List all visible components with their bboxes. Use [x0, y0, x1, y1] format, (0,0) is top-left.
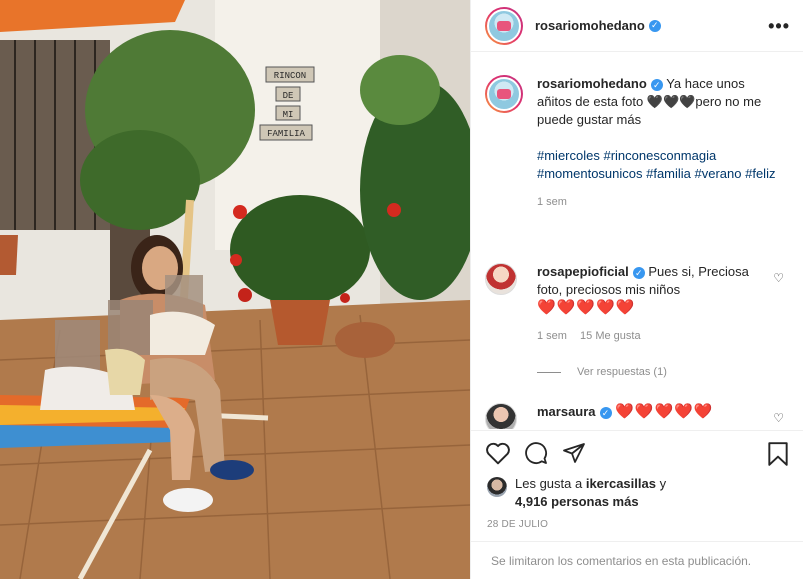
share-icon[interactable]	[561, 441, 587, 465]
comment-avatar[interactable]	[485, 263, 517, 295]
liker-avatar[interactable]	[487, 477, 507, 497]
comment-username[interactable]: rosapepioficial	[537, 264, 629, 279]
comment-time: 1 sem	[537, 330, 567, 342]
author-avatar[interactable]	[485, 6, 523, 45]
comment-icon[interactable]	[523, 441, 549, 465]
bookmark-icon[interactable]	[766, 441, 790, 467]
caption-avatar[interactable]	[485, 75, 523, 113]
liker-username[interactable]: ikercasillas	[586, 476, 656, 491]
caption-hashtags[interactable]: #miercoles #rinconesconmagia #momentosun…	[537, 147, 777, 183]
likes-count[interactable]: 4,916 personas más	[515, 494, 639, 509]
comment-hearts: ❤️❤️❤️❤️❤️	[537, 299, 636, 316]
comment-avatar[interactable]	[485, 403, 517, 429]
caption-time: 1 sem	[537, 196, 567, 208]
comment-hearts: ❤️❤️❤️❤️❤️	[615, 403, 714, 420]
likes-prefix: Les gusta a	[515, 476, 583, 491]
verified-icon: ✓	[599, 406, 612, 419]
verified-icon: ✓	[632, 266, 645, 279]
verified-icon: ✓	[650, 78, 663, 91]
post-side-panel: rosariomohedano ✓ ••• rosariomohedano ✓ Y…	[470, 0, 803, 579]
view-replies-label: Ver respuestas (1)	[577, 366, 667, 378]
sign-line-2: DE	[283, 91, 294, 101]
comment-like-heart-icon[interactable]: ♡	[773, 411, 784, 425]
heart-icon[interactable]	[485, 441, 511, 465]
post-photo-scene: RINCON DE MI FAMILIA	[0, 0, 470, 579]
likes-summary: Les gusta a ikercasillas y 4,916 persona…	[487, 475, 666, 511]
view-replies-button[interactable]: Ver respuestas (1)	[537, 366, 667, 378]
verified-icon: ✓	[648, 19, 661, 32]
author-username[interactable]: rosariomohedano	[535, 18, 645, 33]
post-header: rosariomohedano ✓ •••	[471, 0, 803, 52]
comment-likes[interactable]: 15 Me gusta	[580, 330, 641, 342]
likes-suffix: y	[659, 476, 667, 491]
more-icon[interactable]: •••	[768, 16, 790, 37]
comment-username[interactable]: marsaura	[537, 404, 596, 419]
sign-line-4: FAMILIA	[267, 129, 305, 139]
comment-like-heart-icon[interactable]: ♡	[773, 271, 784, 285]
sign-line-1: RINCON	[274, 71, 306, 81]
post-actions: Les gusta a ikercasillas y 4,916 persona…	[471, 430, 803, 550]
comments-list[interactable]: rosariomohedano ✓ Ya hace unos añitos de …	[471, 53, 803, 429]
post-photo[interactable]: RINCON DE MI FAMILIA	[0, 0, 470, 579]
sign-line-3: MI	[283, 110, 294, 120]
comments-disabled-notice: Se limitaron los comentarios en esta pub…	[471, 541, 803, 579]
caption-username[interactable]: rosariomohedano	[537, 76, 647, 91]
post-date[interactable]: 28 DE JULIO	[487, 519, 548, 530]
